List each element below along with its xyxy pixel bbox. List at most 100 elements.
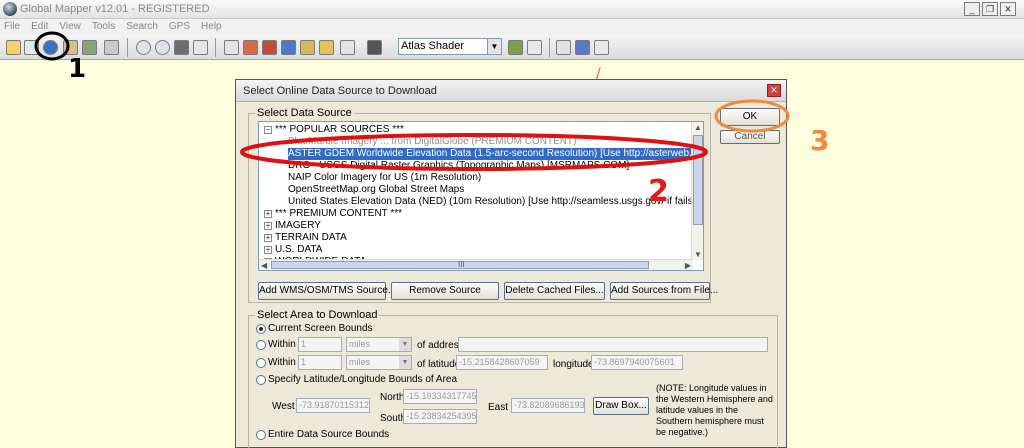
feature-info-icon[interactable] [262, 40, 277, 55]
tree-horizontal-scrollbar[interactable]: ◀ III ▶ [259, 259, 693, 270]
horizontal-scroll-thumb[interactable]: III [271, 260, 649, 269]
shader-options-icon[interactable] [508, 40, 523, 55]
vertical-options-icon[interactable] [527, 40, 542, 55]
west-label: West [272, 401, 295, 412]
menu-bar: File Edit View Tools Search GPS Help [0, 19, 1024, 35]
within-latlon-distance-field[interactable]: 1 [298, 355, 342, 370]
annotation-step-2: 2 [648, 174, 669, 209]
expand-icon[interactable]: + [264, 222, 272, 230]
digitizer-icon[interactable] [224, 40, 239, 55]
path-profile-icon[interactable] [281, 40, 296, 55]
zoom-out-icon[interactable] [155, 40, 170, 55]
north-field[interactable]: -15.1933431774539 [403, 389, 477, 404]
annotation-mark: / [596, 66, 601, 82]
within-address-unit-value: miles [349, 339, 371, 349]
north-label: North [380, 392, 405, 403]
window-title: Global Mapper v12.01 - REGISTERED [20, 3, 210, 15]
current-screen-radio[interactable] [256, 324, 266, 334]
of-latitude-label: of latitude [417, 359, 461, 370]
delete-cached-files-button[interactable]: Delete Cached Files... [504, 282, 605, 300]
3d-view-icon[interactable] [319, 40, 334, 55]
tree-row-us-data[interactable]: + U.S. DATA [259, 244, 691, 256]
within-address-radio[interactable] [256, 340, 266, 350]
chevron-down-icon: ▼ [399, 338, 411, 351]
layers-icon[interactable] [82, 40, 97, 55]
view-shed-icon[interactable] [300, 40, 315, 55]
expand-icon[interactable]: + [264, 234, 272, 242]
longitude-field[interactable]: -73.8697940075601 [591, 355, 683, 370]
window-controls: _ ❐ ✕ [964, 2, 1016, 16]
tree-row-label: *** PREMIUM CONTENT *** [275, 208, 403, 219]
pencil-icon[interactable] [340, 40, 355, 55]
tree-row-imagery[interactable]: + IMAGERY [259, 220, 691, 232]
of-address-label: of address [417, 340, 464, 351]
toolbar [0, 35, 1024, 60]
latitude-field[interactable]: -15.2158428607059 [456, 355, 548, 370]
open-folder-icon[interactable] [6, 40, 21, 55]
within-latlon-radio[interactable] [256, 358, 266, 368]
full-view-icon[interactable] [174, 40, 189, 55]
tree-row-osm[interactable]: OpenStreetMap.org Global Street Maps [259, 184, 691, 196]
tree-row-label: IMAGERY [275, 220, 321, 231]
dialog-title-bar: Select Online Data Source to Download ✕ [236, 80, 786, 102]
menu-file[interactable]: File [4, 19, 20, 35]
minimize-button[interactable]: _ [964, 2, 980, 16]
dialog-close-icon[interactable]: ✕ [767, 84, 781, 97]
south-field[interactable]: -15.238342543958 [403, 409, 477, 424]
annotation-step-1: 1 [68, 54, 87, 84]
data-source-group-label: Select Data Source [255, 107, 354, 119]
longitude-label: longitude [553, 359, 594, 370]
home-icon[interactable] [193, 40, 208, 55]
gps-track-icon[interactable] [594, 40, 609, 55]
tree-row-label: TERRAIN DATA [275, 232, 347, 243]
hemisphere-note: (NOTE: Longitude values in the Western H… [656, 383, 773, 437]
scroll-grip: III [458, 260, 465, 269]
menu-gps[interactable]: GPS [169, 19, 190, 35]
add-sources-from-file-button[interactable]: Add Sources from File... [610, 282, 718, 300]
tree-row-premium[interactable]: + *** PREMIUM CONTENT *** [259, 208, 691, 220]
restore-button[interactable]: ❐ [982, 2, 998, 16]
draw-box-button[interactable]: Draw Box... [593, 397, 649, 415]
within-latlon-unit-select[interactable]: miles ▼ [346, 355, 412, 370]
dialog-title: Select Online Data Source to Download [243, 85, 437, 97]
within-latlon-label: Within [268, 357, 296, 368]
address-field[interactable] [458, 337, 768, 352]
scroll-down-icon[interactable]: ▼ [694, 250, 702, 259]
flag-icon[interactable] [556, 40, 571, 55]
tree-row-label: United States Elevation Data (NED) (10m … [288, 196, 691, 207]
annotation-step-3: 3 [810, 124, 830, 157]
zoom-in-icon[interactable] [136, 40, 151, 55]
within-latlon-unit-value: miles [349, 357, 371, 367]
within-address-label: Within [268, 339, 296, 350]
within-address-unit-select[interactable]: miles ▼ [346, 337, 412, 352]
measure-icon[interactable] [243, 40, 258, 55]
entire-source-radio[interactable] [256, 430, 266, 440]
tree-row-ned[interactable]: United States Elevation Data (NED) (10m … [259, 196, 691, 208]
expand-icon[interactable]: + [264, 210, 272, 218]
shader-dropdown[interactable]: Atlas Shader ▼ [398, 38, 502, 55]
scroll-right-icon[interactable]: ▶ [685, 261, 691, 270]
chevron-down-icon: ▼ [399, 356, 411, 369]
east-field[interactable]: -73.820896861931 [511, 398, 585, 413]
config-tools-icon[interactable] [104, 40, 119, 55]
remove-source-button[interactable]: Remove Source [391, 282, 499, 300]
scroll-left-icon[interactable]: ◀ [261, 261, 267, 270]
tree-row-label: U.S. DATA [275, 244, 323, 255]
west-field[interactable]: -73.918701153128 [296, 398, 370, 413]
current-screen-label: Current Screen Bounds [268, 323, 373, 334]
menu-help[interactable]: Help [201, 19, 222, 35]
specify-bounds-label: Specify Latitude/Longitude Bounds of Are… [268, 374, 458, 385]
binoculars-icon[interactable] [367, 40, 382, 55]
gps-device-icon[interactable] [575, 40, 590, 55]
within-address-distance-field[interactable]: 1 [298, 337, 342, 352]
add-wms-source-button[interactable]: Add WMS/OSM/TMS Source... [258, 282, 396, 300]
entire-source-label: Entire Data Source Bounds [268, 429, 390, 440]
menu-tools[interactable]: Tools [92, 19, 115, 35]
main-title-bar: Global Mapper v12.01 - REGISTERED _ ❐ ✕ [0, 0, 1024, 19]
close-window-button[interactable]: ✕ [1000, 2, 1016, 16]
specify-bounds-radio[interactable] [256, 375, 266, 385]
menu-search[interactable]: Search [126, 19, 158, 35]
tree-row-terrain[interactable]: + TERRAIN DATA [259, 232, 691, 244]
shader-dropdown-value: Atlas Shader [401, 40, 464, 52]
expand-icon[interactable]: + [264, 246, 272, 254]
